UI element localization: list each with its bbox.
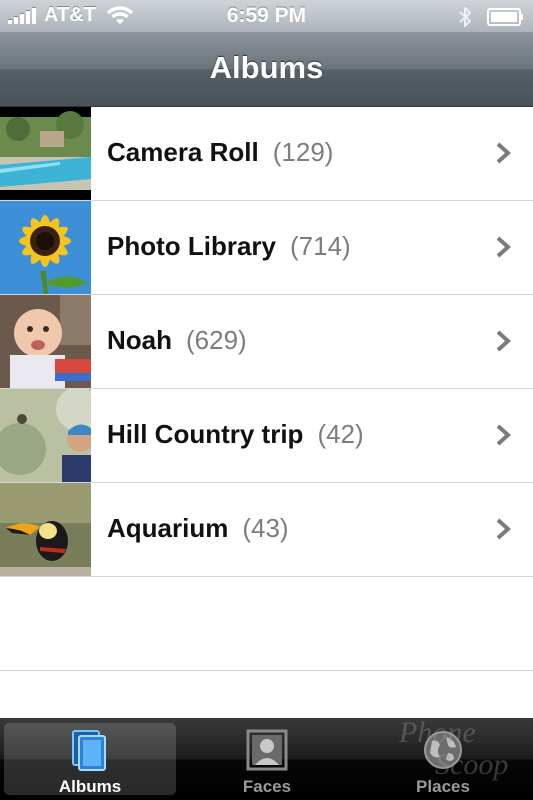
album-row-aquarium[interactable]: Aquarium (43) — [0, 483, 533, 577]
status-bar: AT&T 6:59 PM — [0, 0, 533, 32]
album-thumbnail-photo-library — [0, 201, 91, 294]
album-label: Hill Country trip (42) — [107, 419, 364, 450]
album-name: Photo Library — [107, 231, 277, 261]
album-label: Aquarium (43) — [107, 513, 289, 544]
album-thumbnail-camera-roll — [0, 107, 91, 200]
albums-icon — [72, 730, 106, 771]
clock: 6:59 PM — [226, 4, 307, 27]
album-row-camera-roll[interactable]: Camera Roll (129) — [0, 107, 533, 201]
album-count: (43) — [242, 513, 289, 543]
tab-albums[interactable]: Albums — [4, 723, 176, 796]
navigation-bar: Albums — [0, 32, 533, 107]
album-count: (42) — [317, 419, 364, 449]
faces-icon — [246, 729, 288, 771]
album-label: Photo Library (714) — [107, 231, 351, 262]
status-right — [457, 6, 525, 28]
phonescoop-watermark: Phone Scoop — [398, 716, 508, 781]
album-count: (629) — [186, 325, 247, 355]
chevron-right-icon — [496, 330, 511, 352]
tab-label: Faces — [242, 777, 292, 796]
album-list: Camera Roll (129) Photo Library (714) No… — [0, 107, 533, 671]
chevron-right-icon — [496, 142, 511, 164]
album-row-noah[interactable]: Noah (629) — [0, 295, 533, 389]
chevron-right-icon — [496, 424, 511, 446]
album-name: Noah — [107, 325, 172, 355]
svg-text:Scoop: Scoop — [435, 748, 508, 781]
album-count: (714) — [290, 231, 351, 261]
album-name: Camera Roll — [107, 137, 259, 167]
album-thumbnail-aquarium — [0, 483, 91, 576]
chevron-right-icon — [496, 518, 511, 540]
album-name: Aquarium — [107, 513, 229, 543]
empty-list-row — [0, 577, 533, 671]
bluetooth-icon — [459, 7, 471, 27]
album-thumbnail-hill-country-trip — [0, 389, 91, 482]
album-name: Hill Country trip — [107, 419, 304, 449]
album-row-hill-country-trip[interactable]: Hill Country trip (42) — [0, 389, 533, 483]
svg-text:Phone: Phone — [398, 716, 476, 749]
tab-label: Albums — [58, 777, 122, 796]
album-label: Noah (629) — [107, 325, 247, 356]
battery-icon — [487, 8, 523, 26]
page-title: Albums — [209, 50, 324, 85]
chevron-right-icon — [496, 236, 511, 258]
album-row-photo-library[interactable]: Photo Library (714) — [0, 201, 533, 295]
album-count: (129) — [272, 137, 334, 167]
tab-faces[interactable]: Faces — [181, 723, 353, 796]
album-thumbnail-noah — [0, 295, 91, 388]
album-label: Camera Roll (129) — [107, 137, 333, 168]
